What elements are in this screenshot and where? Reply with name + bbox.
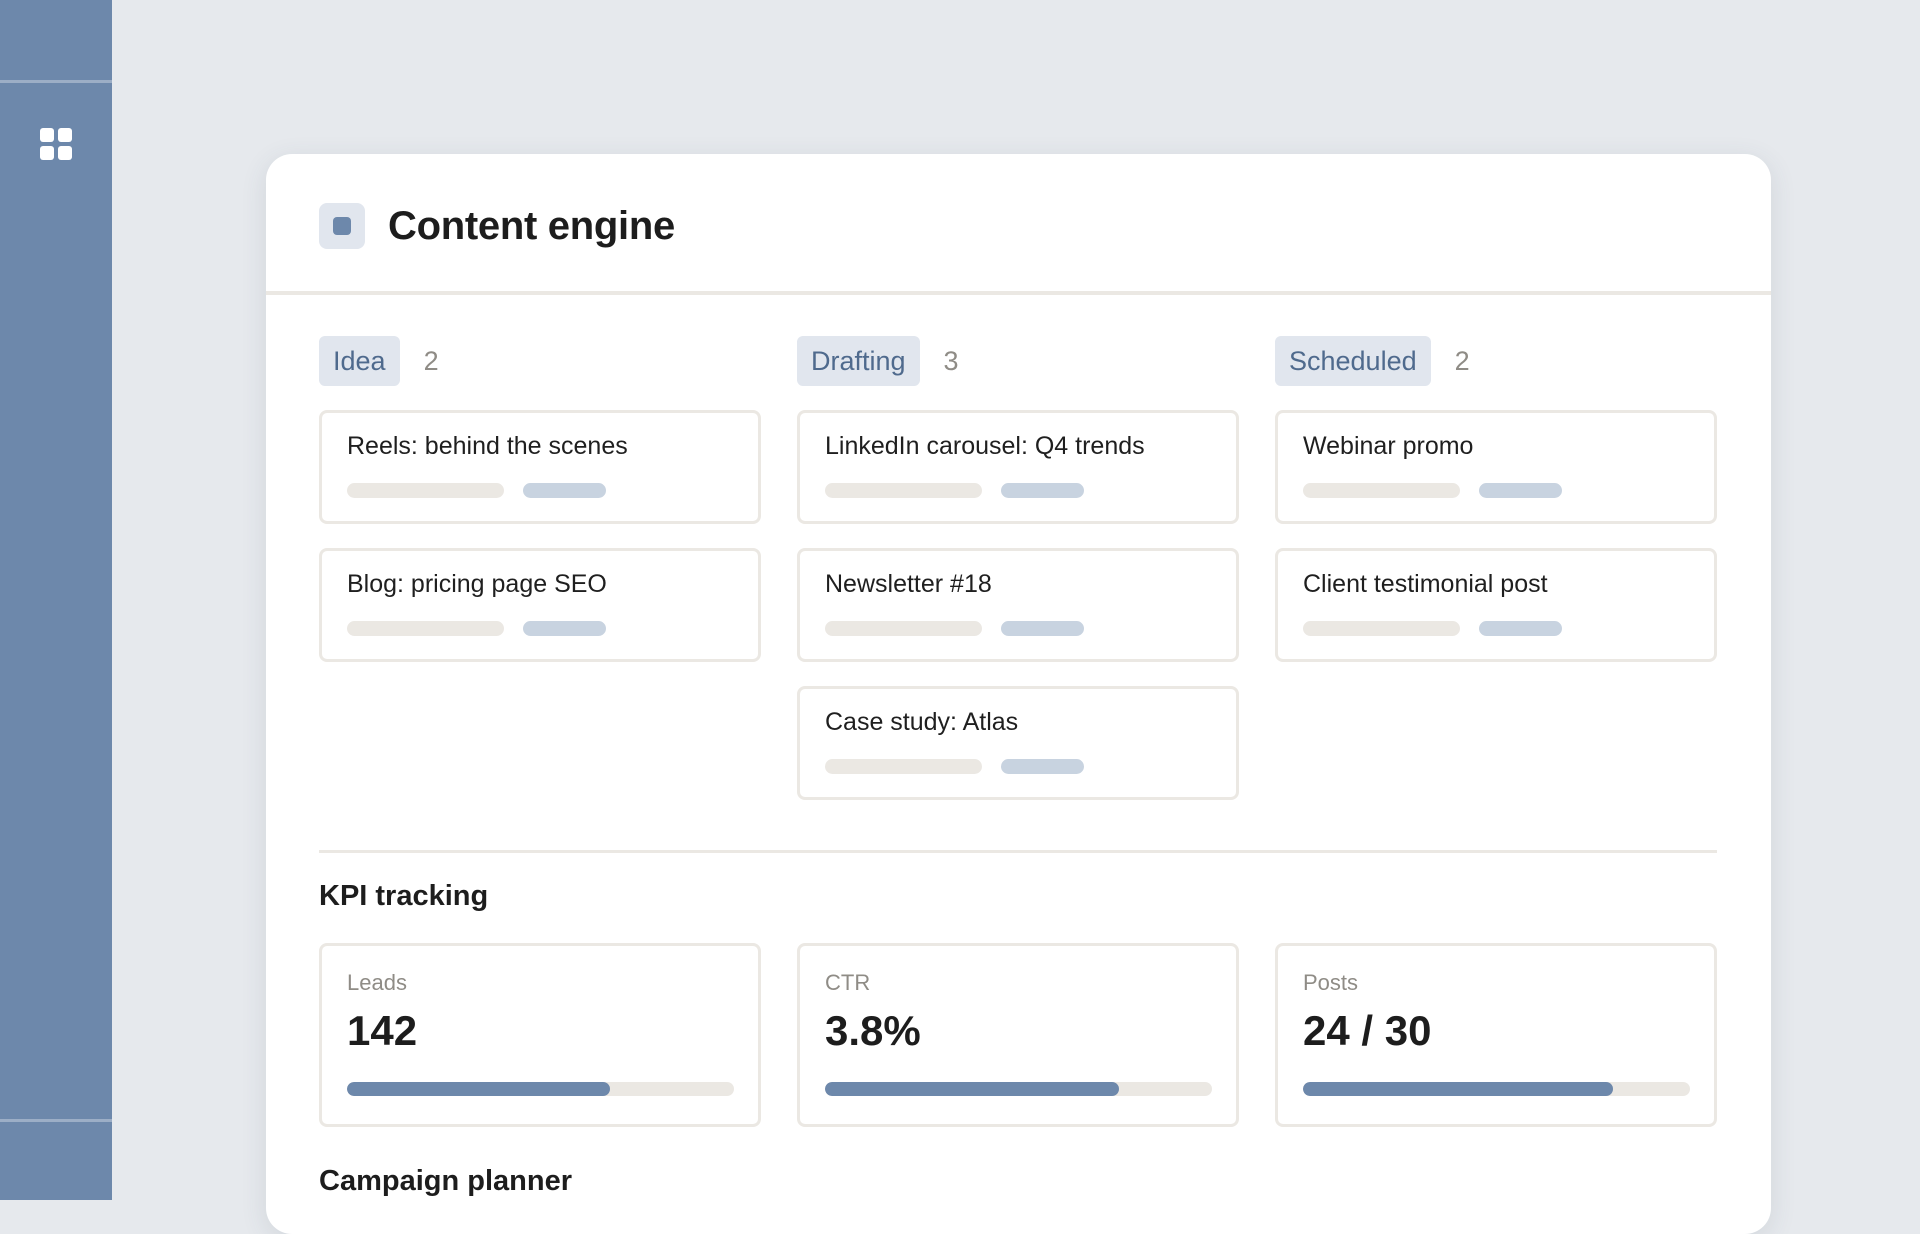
task-card[interactable]: LinkedIn carousel: Q4 trends (797, 410, 1239, 524)
column-count: 2 (1454, 345, 1470, 376)
column-label[interactable]: Idea (319, 336, 400, 386)
card-tag-bar (1479, 483, 1562, 498)
task-card[interactable]: Case study: Atlas (797, 686, 1239, 800)
card-title: Reels: behind the scenes (347, 432, 628, 460)
main-panel: Content engine Idea 2 Reels: behind the … (266, 154, 1771, 1234)
board-column-idea: Idea 2 Reels: behind the scenes Blog: pr… (319, 336, 761, 686)
card-meta-bar (825, 759, 982, 774)
column-header: Drafting 3 (797, 336, 1239, 386)
nav-rail (0, 0, 112, 1200)
kpi-progress-track (347, 1082, 734, 1096)
card-meta (825, 621, 1236, 636)
grid-icon-cell (40, 128, 54, 142)
column-count: 3 (943, 345, 959, 376)
card-meta (1303, 621, 1714, 636)
task-card[interactable]: Client testimonial post (1275, 548, 1717, 662)
card-tag-bar (1001, 759, 1084, 774)
column-header: Idea 2 (319, 336, 761, 386)
card-tag-bar (1001, 483, 1084, 498)
card-meta (347, 483, 758, 498)
kpi-progress-fill (347, 1082, 611, 1096)
task-card[interactable]: Webinar promo (1275, 410, 1717, 524)
grid-icon-cell (40, 146, 54, 160)
grid-icon[interactable] (40, 128, 72, 160)
card-meta (825, 759, 1236, 774)
card-meta-bar (825, 621, 982, 636)
column-label[interactable]: Drafting (797, 336, 920, 386)
card-title: Client testimonial post (1303, 570, 1548, 598)
board-column-drafting: Drafting 3 LinkedIn carousel: Q4 trends … (797, 336, 1239, 824)
kpi-value: 24 / 30 (1303, 1007, 1432, 1054)
kpi-label: Leads (347, 970, 407, 995)
card-meta-bar (1303, 483, 1460, 498)
column-label[interactable]: Scheduled (1275, 336, 1431, 386)
grid-icon-cell (58, 146, 72, 160)
kpi-progress-fill (1303, 1082, 1613, 1096)
card-tag-bar (1479, 621, 1562, 636)
page-title: Content engine (388, 204, 675, 248)
kpi-card-posts: Posts 24 / 30 (1275, 943, 1717, 1127)
kanban-board: Idea 2 Reels: behind the scenes Blog: pr… (319, 336, 1717, 806)
card-meta-bar (1303, 621, 1460, 636)
card-title: LinkedIn carousel: Q4 trends (825, 432, 1145, 460)
card-meta-bar (347, 621, 504, 636)
card-tag-bar (523, 621, 606, 636)
card-tag-bar (523, 483, 606, 498)
task-card[interactable]: Reels: behind the scenes (319, 410, 761, 524)
grid-icon-cell (58, 128, 72, 142)
kpi-value: 3.8% (825, 1007, 921, 1054)
card-meta-bar (825, 483, 982, 498)
task-card[interactable]: Blog: pricing page SEO (319, 548, 761, 662)
kpi-row: Leads 142 CTR 3.8% Posts 24 / 30 (319, 943, 1717, 1127)
kpi-label: Posts (1303, 970, 1359, 995)
kpi-card-leads: Leads 142 (319, 943, 761, 1127)
kpi-progress-track (1303, 1082, 1690, 1096)
card-meta (825, 483, 1236, 498)
section-divider (319, 850, 1717, 853)
task-card[interactable]: Newsletter #18 (797, 548, 1239, 662)
card-meta (347, 621, 758, 636)
card-meta (1303, 483, 1714, 498)
column-count: 2 (423, 345, 439, 376)
rail-divider-bottom (0, 1119, 112, 1122)
rail-divider-top (0, 80, 112, 83)
project-icon (319, 203, 365, 249)
kpi-label: CTR (825, 970, 871, 995)
kpi-card-ctr: CTR 3.8% (797, 943, 1239, 1127)
board-column-scheduled: Scheduled 2 Webinar promo Client testimo… (1275, 336, 1717, 686)
card-title: Newsletter #18 (825, 570, 992, 598)
panel-header: Content engine (266, 154, 1771, 295)
kpi-section-title: KPI tracking (319, 880, 489, 912)
kpi-progress-track (825, 1082, 1212, 1096)
column-header: Scheduled 2 (1275, 336, 1717, 386)
card-title: Case study: Atlas (825, 708, 1019, 736)
card-title: Webinar promo (1303, 432, 1474, 460)
card-tag-bar (1001, 621, 1084, 636)
planner-section-title: Campaign planner (319, 1165, 572, 1197)
card-title: Blog: pricing page SEO (347, 570, 607, 598)
kpi-value: 142 (347, 1007, 418, 1054)
card-meta-bar (347, 483, 504, 498)
kpi-progress-fill (825, 1082, 1120, 1096)
